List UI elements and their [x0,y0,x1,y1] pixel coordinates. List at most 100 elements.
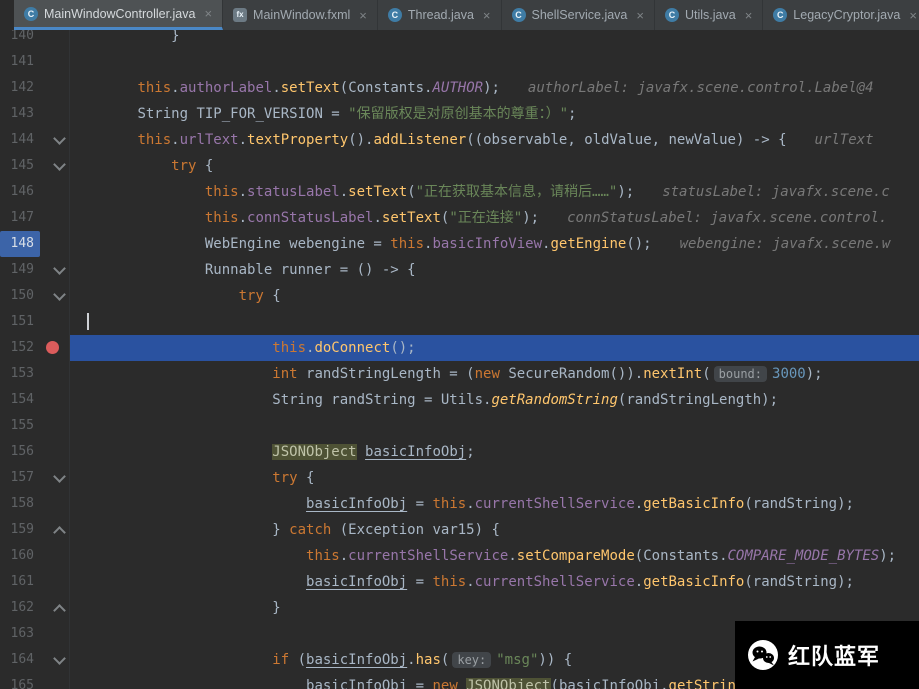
close-tab-icon[interactable]: × [483,9,491,22]
line-number[interactable]: 155 [0,413,40,439]
code-text[interactable]: JSONObject basicInfoObj; [70,439,919,465]
code-editor[interactable]: 140 } 141 142 this.authorLabel.setText(Con… [0,30,919,689]
parameter-name-hint: key: [452,652,492,668]
line-number[interactable]: 160 [0,543,40,569]
breakpoint-icon[interactable] [46,341,59,354]
line-number[interactable]: 149 [0,257,40,283]
gutter-icons [40,101,70,127]
line-number[interactable]: 145 [0,153,40,179]
line-number[interactable]: 140 [0,30,40,49]
line-number[interactable]: 163 [0,621,40,647]
line-number[interactable]: 154 [0,387,40,413]
code-line-161: 161 basicInfoObj = this.currentShellServ… [0,569,919,595]
gutter-icons [40,465,70,491]
fxml-icon: fx [233,8,248,22]
line-number[interactable]: 141 [0,49,40,75]
line-number[interactable]: 148 [0,231,40,257]
line-number[interactable]: 159 [0,517,40,543]
tab-thread-java[interactable]: C Thread.java × [378,0,502,30]
tab-mainwindow-fxml[interactable]: fx MainWindow.fxml × [223,0,378,30]
code-text[interactable]: this.connStatusLabel.setText("正在连接"); con… [70,205,919,231]
tab-label: Thread.java [407,8,474,22]
gutter-icons [40,439,70,465]
fold-down-icon[interactable] [53,652,66,665]
line-number[interactable]: 165 [0,673,40,689]
fold-down-icon[interactable] [53,132,66,145]
fold-up-icon[interactable] [53,604,66,617]
inline-debug-hint: connStatusLabel: javafx.scene.control. [567,210,888,226]
line-number[interactable]: 147 [0,205,40,231]
editor-tab-bar: C MainWindowController.java × fx MainWindow.… [0,0,919,30]
line-number[interactable]: 161 [0,569,40,595]
code-text[interactable]: String randString = Utils.getRandomStrin… [70,387,919,413]
fold-down-icon[interactable] [53,470,66,483]
gutter-icons [40,179,70,205]
close-tab-icon[interactable]: × [909,9,917,22]
gutter-icons [40,283,70,309]
tab-label: MainWindow.fxml [253,8,351,22]
code-line-148: 148 WebEngine webengine = this.basicInfo… [0,231,919,257]
code-text[interactable]: try { [70,465,919,491]
code-text[interactable]: basicInfoObj = this.currentShellService.… [70,491,919,517]
line-number[interactable]: 142 [0,75,40,101]
tab-mainwindowcontroller-java[interactable]: C MainWindowController.java × [14,0,224,30]
code-text[interactable]: this.doConnect(); [70,335,919,361]
tab-shellservice-java[interactable]: C ShellService.java × [502,0,655,30]
code-line-153: 153 int randStringLength = (new SecureRa… [0,361,919,387]
code-text[interactable]: } [70,595,919,621]
code-text[interactable]: String TIP_FOR_VERSION = "保留版权是对原创基本的尊重：… [70,101,919,127]
code-text[interactable]: try { [70,153,919,179]
gutter-icons [40,387,70,413]
close-tab-icon[interactable]: × [204,7,212,20]
code-line-144: 144 this.urlText.textProperty().addListe… [0,127,919,153]
code-text[interactable]: this.statusLabel.setText("正在获取基本信息，请稍后……… [70,179,919,205]
fold-up-icon[interactable] [53,526,66,539]
close-tab-icon[interactable]: × [745,9,753,22]
gutter-icons [40,621,70,647]
watermark: 红队蓝军 [735,621,919,689]
close-tab-icon[interactable]: × [359,9,367,22]
code-text[interactable]: try { [70,283,919,309]
gutter-icons [40,231,70,257]
fold-down-icon[interactable] [53,288,66,301]
line-number[interactable]: 146 [0,179,40,205]
java-class-icon: C [387,8,402,22]
tab-label: MainWindowController.java [44,6,196,21]
line-number[interactable]: 151 [0,309,40,335]
code-text[interactable]: } [70,30,919,49]
line-number[interactable]: 158 [0,491,40,517]
code-line-149: 149 Runnable runner = () -> { [0,257,919,283]
line-number[interactable]: 153 [0,361,40,387]
tab-utils-java[interactable]: C Utils.java × [655,0,764,30]
line-number[interactable]: 152 [0,335,40,361]
tab-legacycryptor-java[interactable]: C LegacyCryptor.java × [763,0,919,30]
code-line-158: 158 basicInfoObj = this.currentShellServ… [0,491,919,517]
code-text[interactable]: this.currentShellService.setCompareMode(… [70,543,919,569]
watermark-text: 红队蓝军 [788,645,881,670]
line-number[interactable]: 144 [0,127,40,153]
tab-label: Utils.java [684,8,736,22]
code-text[interactable] [70,49,919,75]
code-text[interactable] [70,413,919,439]
gutter-icons [40,673,70,689]
close-tab-icon[interactable]: × [636,9,644,22]
code-text[interactable]: int randStringLength = (new SecureRandom… [70,361,919,387]
line-number[interactable]: 157 [0,465,40,491]
line-number[interactable]: 150 [0,283,40,309]
code-line-150: 150 try { [0,283,919,309]
code-text[interactable]: basicInfoObj = this.currentShellService.… [70,569,919,595]
code-text[interactable]: this.urlText.textProperty().addListener(… [70,127,919,153]
code-text[interactable]: } catch (Exception var15) { [70,517,919,543]
code-text[interactable]: Runnable runner = () -> { [70,257,919,283]
code-line-142: 142 this.authorLabel.setText(Constants.A… [0,75,919,101]
code-text[interactable] [70,309,919,335]
line-number[interactable]: 162 [0,595,40,621]
line-number[interactable]: 143 [0,101,40,127]
inline-debug-hint: statusLabel: javafx.scene.c [662,184,890,200]
code-text[interactable]: this.authorLabel.setText(Constants.AUTHO… [70,75,919,101]
fold-down-icon[interactable] [53,262,66,275]
code-text[interactable]: WebEngine webengine = this.basicInfoView… [70,231,919,257]
fold-down-icon[interactable] [53,158,66,171]
line-number[interactable]: 156 [0,439,40,465]
line-number[interactable]: 164 [0,647,40,673]
